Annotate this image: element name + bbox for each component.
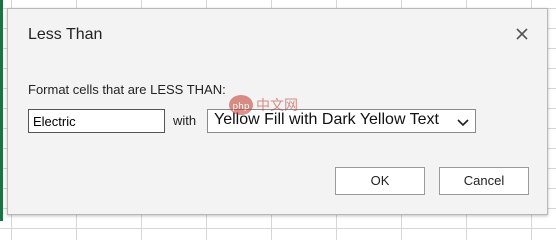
dialog-title: Less Than (28, 26, 103, 43)
condition-prompt: Format cells that are LESS THAN: (28, 82, 226, 97)
close-icon (516, 28, 528, 40)
with-label: with (173, 113, 197, 128)
format-selected-value: Yellow Fill with Dark Yellow Text (214, 111, 439, 128)
close-button[interactable] (511, 23, 533, 45)
ok-button[interactable]: OK (335, 167, 425, 195)
sheet-accent-bar (0, 0, 3, 221)
chevron-down-icon (456, 116, 470, 134)
less-than-dialog: Less Than Format cells that are LESS THA… (7, 8, 548, 215)
format-dropdown[interactable]: Yellow Fill with Dark Yellow Text (207, 109, 476, 133)
cancel-button[interactable]: Cancel (439, 167, 529, 195)
value-input[interactable] (28, 109, 165, 133)
